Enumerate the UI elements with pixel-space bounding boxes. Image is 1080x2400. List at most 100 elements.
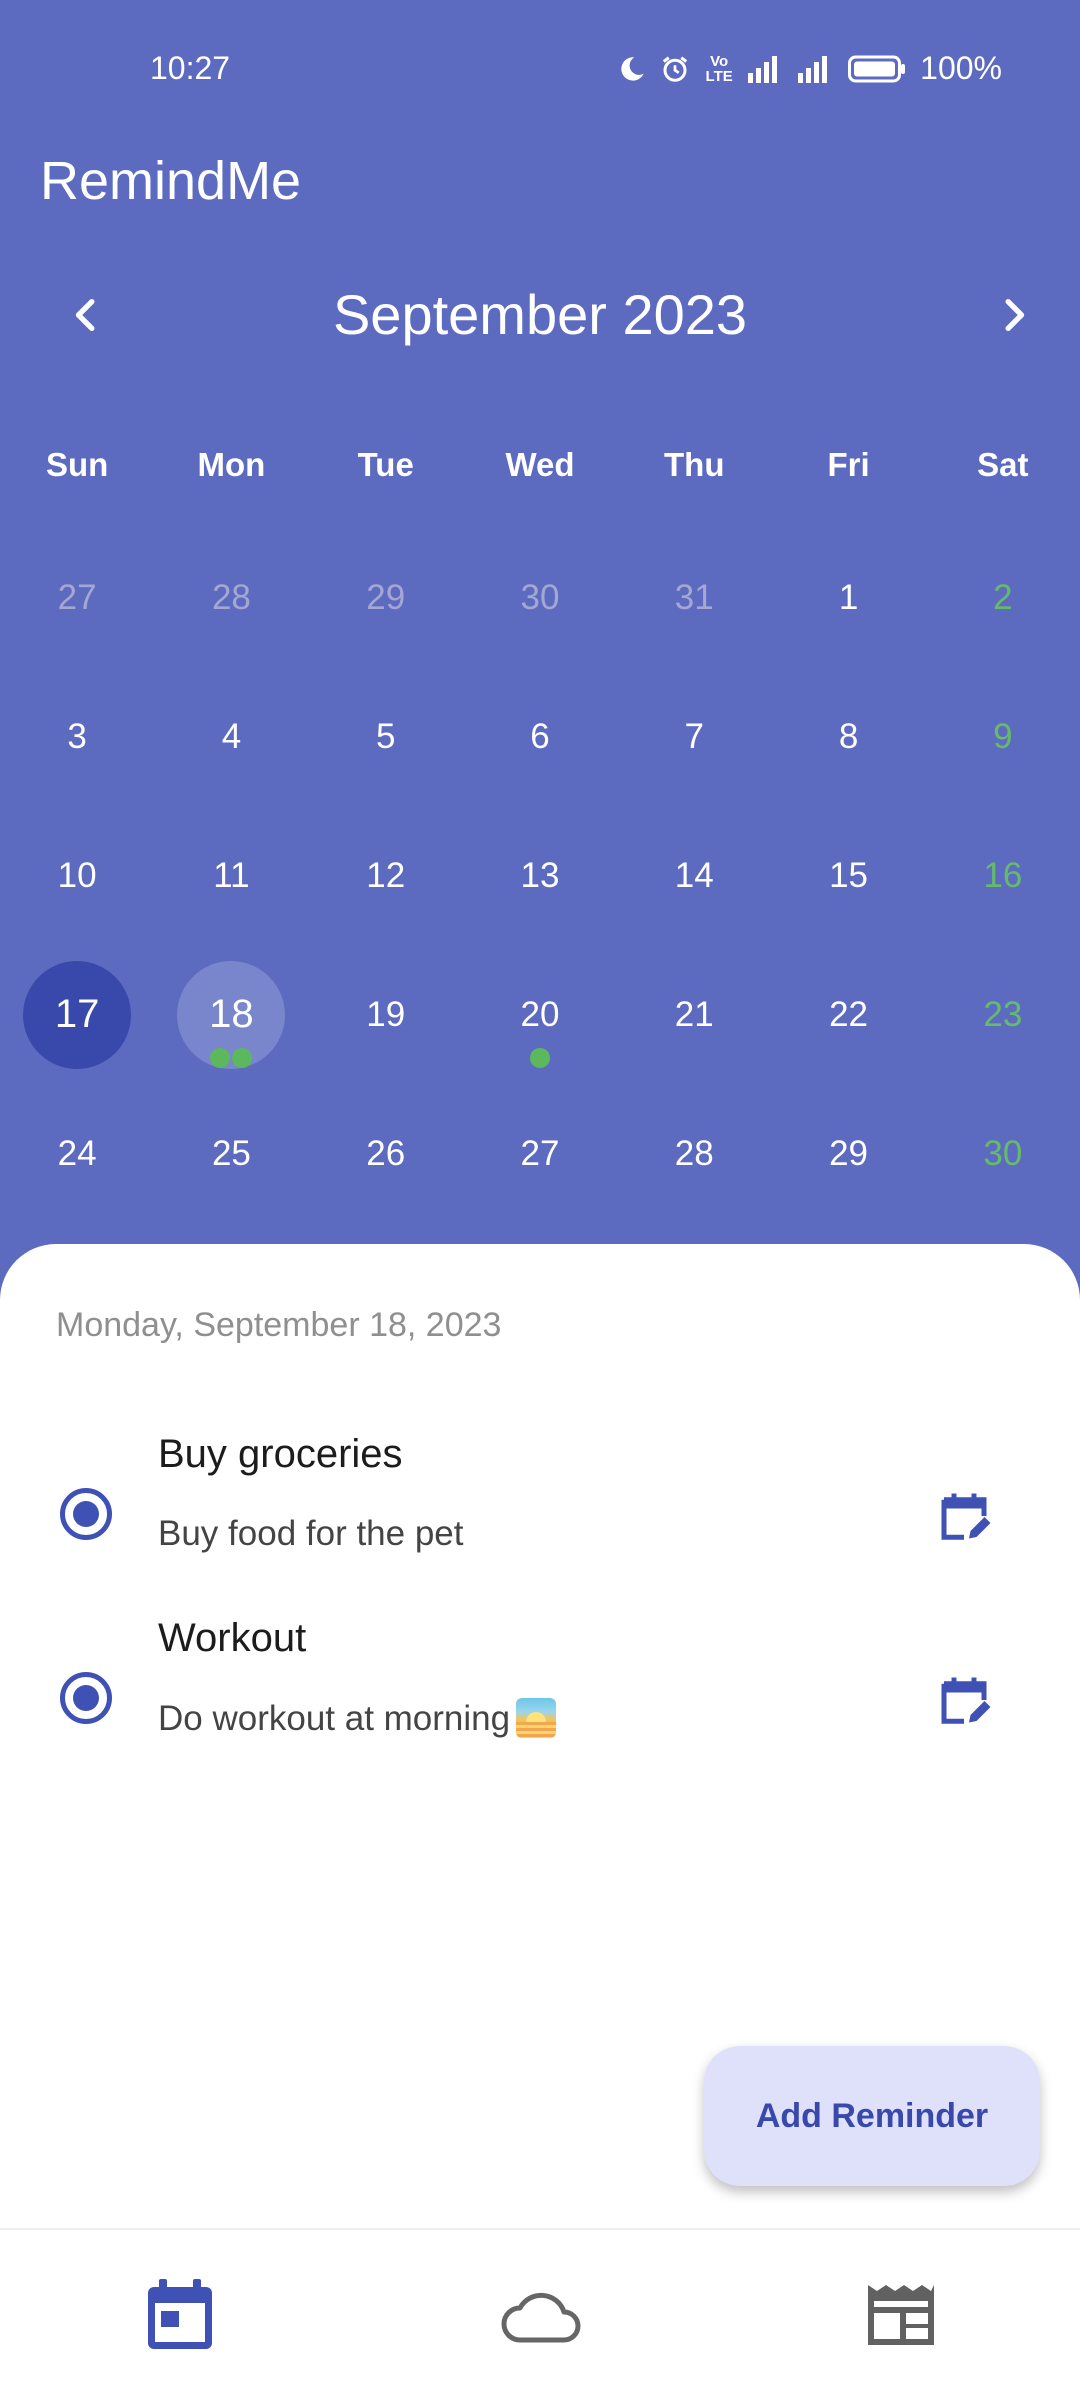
- calendar-day[interactable]: 3: [0, 667, 154, 806]
- day-number: 24: [57, 1133, 97, 1173]
- calendar-day[interactable]: 28: [617, 1084, 771, 1223]
- calendar-day-prev-month[interactable]: 29: [309, 528, 463, 667]
- status-time: 10:27: [150, 50, 231, 86]
- month-navigation: September 2023: [0, 270, 1080, 360]
- cloud-icon[interactable]: [496, 2270, 586, 2360]
- app-title: RemindMe: [40, 151, 302, 211]
- day-number: 1: [838, 577, 859, 617]
- calendar-day-weekend[interactable]: 9: [926, 667, 1080, 806]
- calendar-day[interactable]: 7: [617, 667, 771, 806]
- day-number: 3: [67, 716, 87, 756]
- day-number: 31: [674, 577, 714, 617]
- calendar-day-prev-month[interactable]: 28: [154, 528, 308, 667]
- sunrise-emoji-icon: [516, 1698, 557, 1738]
- calendar-icon[interactable]: [135, 2270, 225, 2360]
- moon-icon: [618, 55, 646, 83]
- calendar-day[interactable]: 4: [154, 667, 308, 806]
- calendar-day-weekend[interactable]: 16: [926, 806, 1080, 945]
- day-number: 27: [520, 1133, 560, 1173]
- calendar-day[interactable]: 29: [771, 1084, 925, 1223]
- reminder-radio[interactable]: [60, 1672, 112, 1724]
- selected-date-heading: Monday, September 18, 2023: [56, 1306, 502, 1344]
- reminder-item[interactable]: Workout Do workout at morning: [0, 1616, 1080, 1786]
- calendar-day[interactable]: 14: [617, 806, 771, 945]
- event-dot: [210, 1048, 231, 1068]
- day-number: 22: [829, 994, 869, 1034]
- day-number: 14: [674, 855, 714, 895]
- month-label: September 2023: [332, 283, 748, 346]
- day-number: 11: [213, 855, 250, 895]
- calendar-day[interactable]: 11: [154, 806, 308, 945]
- calendar-day[interactable]: 13: [463, 806, 617, 945]
- calendar-grid: 27 28 29 30 31 1 2 3 4 5 6 7 8 9 10 11 1…: [0, 528, 1080, 1223]
- calendar-day[interactable]: 8: [771, 667, 925, 806]
- event-markers: [210, 1048, 253, 1068]
- edit-calendar-icon[interactable]: [934, 1486, 994, 1546]
- day-number: 21: [674, 994, 714, 1034]
- calendar-day-weekend[interactable]: 23: [926, 945, 1080, 1084]
- calendar-day[interactable]: 15: [771, 806, 925, 945]
- reminder-description-row: Do workout at morning: [158, 1698, 557, 1739]
- event-dot: [529, 1048, 550, 1068]
- reminder-item[interactable]: Buy groceries Buy food for the pet: [0, 1432, 1080, 1602]
- battery-icon: [848, 54, 906, 84]
- day-number: 29: [366, 577, 406, 617]
- battery-percent: 100%: [920, 50, 1002, 86]
- weekday-label: Fri: [827, 446, 870, 483]
- day-number: 18: [209, 992, 254, 1036]
- calendar-day[interactable]: 5: [309, 667, 463, 806]
- calendar-day[interactable]: 21: [617, 945, 771, 1084]
- calendar-day[interactable]: 20: [463, 945, 617, 1084]
- day-number: 17: [54, 992, 100, 1036]
- volte-icon: Vo LTE: [705, 52, 733, 85]
- weekday-label: Sat: [977, 446, 1029, 483]
- day-number: 12: [366, 855, 406, 895]
- day-number: 2: [993, 577, 1013, 617]
- calendar-day[interactable]: 12: [309, 806, 463, 945]
- calendar-day[interactable]: 24: [0, 1084, 154, 1223]
- weekday-label: Tue: [357, 446, 414, 483]
- calendar-day[interactable]: 1: [771, 528, 925, 667]
- edit-calendar-icon[interactable]: [934, 1670, 994, 1730]
- day-number: 26: [366, 1133, 406, 1173]
- calendar-day[interactable]: 27: [463, 1084, 617, 1223]
- chevron-right-icon[interactable]: [984, 285, 1044, 345]
- newspaper-icon[interactable]: [856, 2270, 946, 2360]
- calendar-day-prev-month[interactable]: 30: [463, 528, 617, 667]
- radio-dot: [73, 1501, 99, 1527]
- day-number: 29: [829, 1133, 869, 1173]
- calendar-day[interactable]: 6: [463, 667, 617, 806]
- bottom-navigation: [0, 2228, 1080, 2400]
- calendar-day[interactable]: 19: [309, 945, 463, 1084]
- day-number: 19: [366, 994, 406, 1034]
- day-number: 9: [993, 716, 1013, 756]
- weekday-label: Mon: [197, 446, 266, 483]
- reminder-radio[interactable]: [60, 1488, 112, 1540]
- reminder-description: Do workout at morning: [158, 1699, 511, 1738]
- day-number: 13: [520, 855, 560, 895]
- calendar-day[interactable]: 26: [309, 1084, 463, 1223]
- day-number: 30: [520, 577, 560, 617]
- signal-icon: [748, 55, 784, 83]
- calendar-day[interactable]: 25: [154, 1084, 308, 1223]
- add-reminder-button[interactable]: Add Reminder: [704, 2046, 1040, 2186]
- weekday-label: Sun: [45, 446, 109, 483]
- day-number: 10: [57, 855, 97, 895]
- calendar-day-weekend[interactable]: 2: [926, 528, 1080, 667]
- day-number: 27: [57, 577, 97, 617]
- day-number: 20: [520, 994, 560, 1034]
- event-markers: [529, 1048, 550, 1068]
- calendar-day[interactable]: 10: [0, 806, 154, 945]
- day-number: 4: [221, 716, 242, 756]
- day-number: 7: [684, 716, 704, 756]
- day-number: 8: [838, 716, 859, 756]
- calendar-day-today[interactable]: 17: [0, 945, 154, 1084]
- calendar-day-prev-month[interactable]: 27: [0, 528, 154, 667]
- calendar-day[interactable]: 22: [771, 945, 925, 1084]
- calendar-day-prev-month[interactable]: 31: [617, 528, 771, 667]
- calendar-day-selected[interactable]: 18: [154, 945, 308, 1084]
- weekday-label: Wed: [505, 446, 575, 483]
- calendar-day-weekend[interactable]: 30: [926, 1084, 1080, 1223]
- reminder-title: Workout: [158, 1616, 307, 1660]
- day-number: 5: [375, 716, 396, 756]
